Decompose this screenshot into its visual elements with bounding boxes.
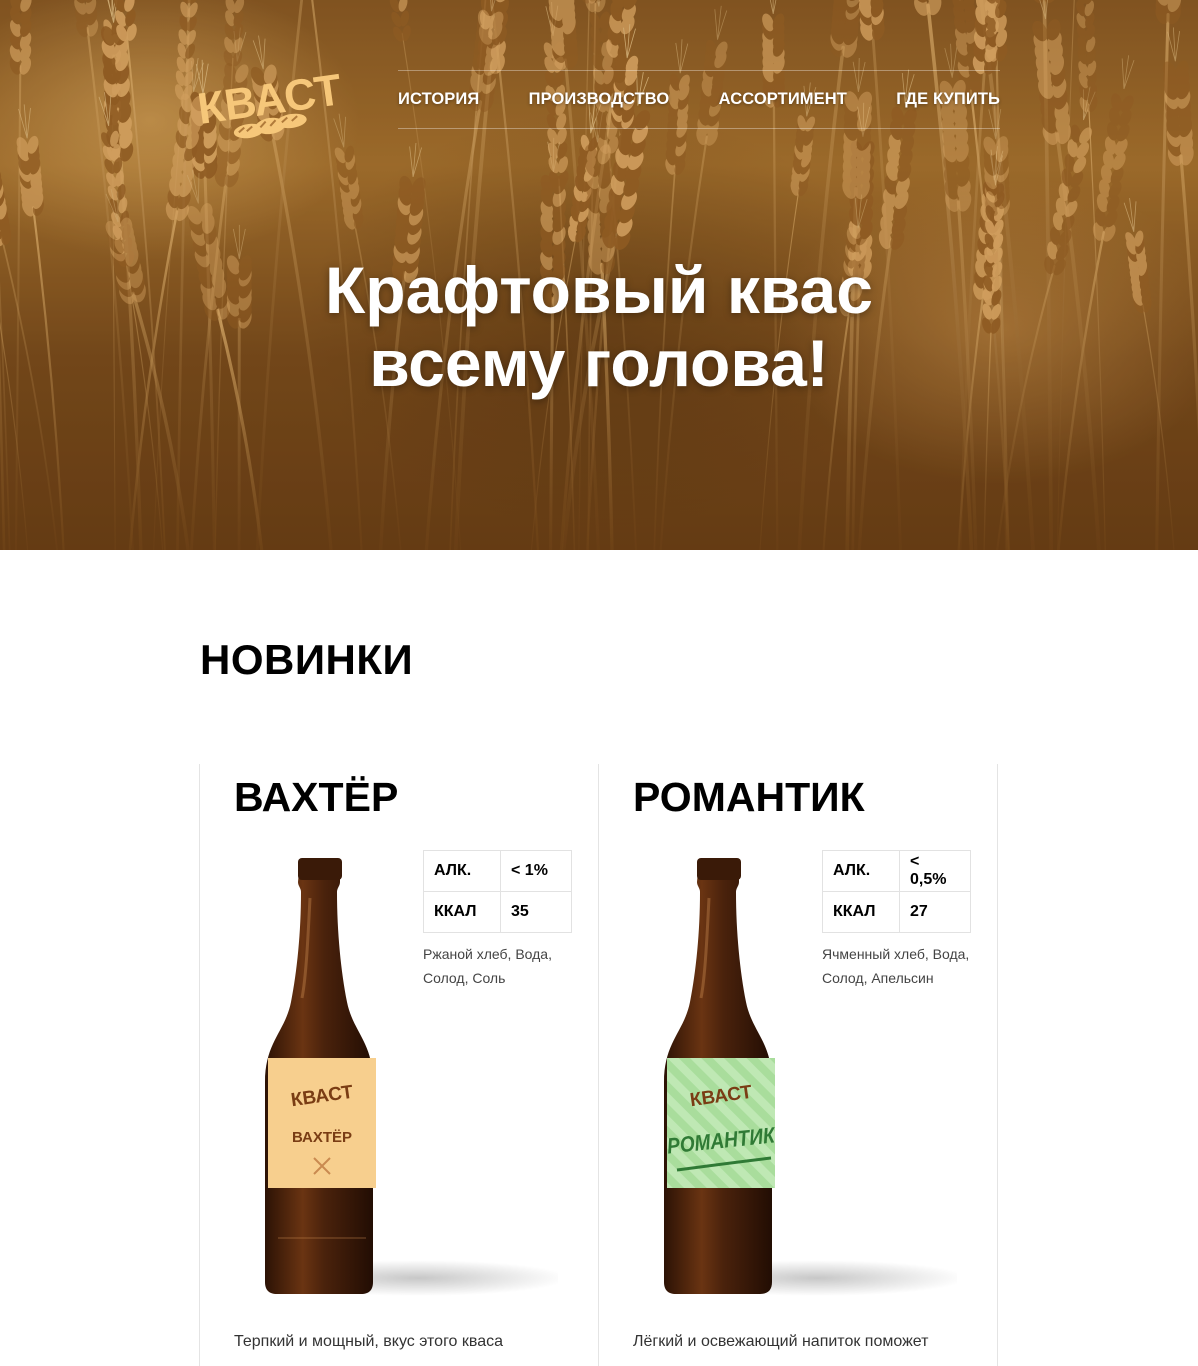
hero-title-line2: всему голова! bbox=[369, 326, 829, 400]
product-name: РОМАНТИК bbox=[633, 774, 865, 820]
alc-value: < 1% bbox=[500, 850, 572, 892]
kcal-label: ККАЛ bbox=[822, 891, 900, 933]
nav-item-assortment[interactable]: АССОРТИМЕНТ bbox=[719, 90, 847, 109]
label-name: ВАХТЁР bbox=[292, 1129, 352, 1146]
product-ingredients: Ржаной хлеб, Вода, Солод, Соль bbox=[423, 946, 552, 986]
section-title-new: НОВИНКИ bbox=[200, 636, 414, 683]
hero-title-line1: Крафтовый квас bbox=[325, 253, 873, 327]
brand-logo[interactable]: КВАСТ bbox=[195, 62, 345, 140]
product-card-vakhter[interactable]: ВАХТЁР КВАСТ ВАХТЁР АЛК. < 1% ККАЛ 35 Рж… bbox=[199, 764, 597, 1366]
product-description: Лёгкий и освежающий напиток поможет bbox=[633, 1333, 929, 1350]
alc-value: < 0,5% bbox=[899, 850, 971, 892]
product-name: ВАХТЁР bbox=[234, 774, 399, 820]
kcal-label: ККАЛ bbox=[423, 891, 501, 933]
kcal-value: 35 bbox=[500, 891, 572, 933]
product-card-romantik[interactable]: РОМАНТИК КВАСТ РОМАНТИК АЛК. < 0,5% ККАЛ… bbox=[598, 764, 998, 1366]
main-nav: ИСТОРИЯ ПРОИЗВОДСТВО АССОРТИМЕНТ ГДЕ КУП… bbox=[398, 70, 1000, 128]
kcal-value: 27 bbox=[899, 891, 971, 933]
product-properties: АЛК. < 0,5% ККАЛ 27 bbox=[822, 850, 971, 933]
product-properties: АЛК. < 1% ККАЛ 35 bbox=[423, 850, 572, 933]
bottle-label bbox=[268, 1058, 376, 1188]
hero-banner: КВАСТ ИСТОРИЯ ПРОИЗВОДСТВО АССОРТИМЕНТ Г… bbox=[0, 0, 1198, 550]
nav-bottom-divider bbox=[398, 128, 1000, 129]
alc-label: АЛК. bbox=[822, 850, 900, 892]
nav-item-history[interactable]: ИСТОРИЯ bbox=[398, 90, 479, 109]
nav-item-production[interactable]: ПРОИЗВОДСТВО bbox=[529, 90, 670, 109]
product-ingredients: Ячменный хлеб, Вода, Солод, Апельсин bbox=[822, 946, 970, 986]
alc-label: АЛК. bbox=[423, 850, 501, 892]
hero-title: Крафтовый квас всему голова! bbox=[0, 254, 1198, 400]
nav-item-where-to-buy[interactable]: ГДЕ КУПИТЬ bbox=[896, 90, 1000, 109]
product-description: Терпкий и мощный, вкус этого кваса bbox=[234, 1333, 504, 1350]
